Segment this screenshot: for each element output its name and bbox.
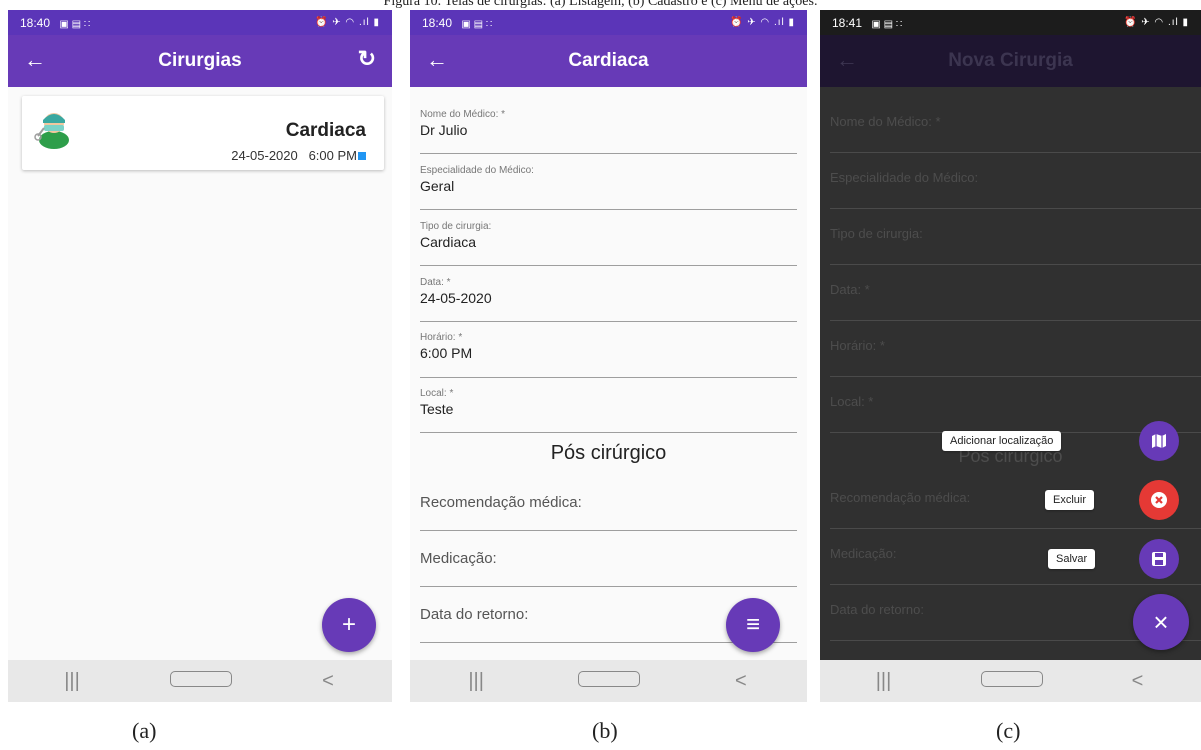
android-nav-bar: ||| < [8, 660, 392, 702]
android-nav-bar: ||| < [820, 660, 1201, 702]
medical-recommendation-field[interactable]: Recomendação médica: [420, 494, 797, 531]
field-value: Geral [420, 178, 455, 194]
app-bar: ← Nova Cirurgia [820, 35, 1201, 87]
map-icon[interactable] [1139, 421, 1179, 461]
medication-field[interactable]: Medicação: [420, 550, 797, 587]
screen-detail: 18:40 ▣ ▤ ∷ ⏰ ✈ ◠ .ıl ▮ ← Cardiaca Nome … [410, 10, 807, 702]
status-square-icon [358, 152, 366, 160]
close-icon[interactable]: × [1133, 594, 1189, 650]
system-icons: ⏰ ✈ ◠ .ıl ▮ [315, 17, 380, 28]
back-arrow-icon[interactable]: ← [836, 47, 858, 73]
save-icon[interactable] [1139, 539, 1179, 579]
field-label: Horário: * [420, 332, 463, 343]
field-label: Data: * [420, 277, 451, 288]
screen-list: 18:40 ▣ ▤ ∷ ⏰ ✈ ◠ .ıl ▮ ← Cirurgias ↻ Ca… [8, 10, 392, 702]
nav-back-icon[interactable]: < [298, 670, 358, 693]
field-value: 6:00 PM [420, 345, 473, 361]
add-location-label[interactable]: Adicionar localização [942, 431, 1062, 451]
surgeon-avatar-icon [34, 113, 69, 149]
field-label: Nome do Médico: * [420, 109, 506, 120]
screen-actions: 18:41 ▣ ▤ ∷ ⏰ ✈ ◠ .ıl ▮ ← Nova Cirurgia … [820, 10, 1201, 702]
field-value: Dr Julio [420, 122, 468, 138]
nav-back-icon[interactable]: < [1108, 670, 1168, 693]
date-field[interactable]: Data: * [830, 282, 1201, 321]
menu-button[interactable]: ≡ [726, 598, 780, 652]
back-arrow-icon[interactable]: ← [426, 47, 448, 73]
recents-icon[interactable]: ||| [446, 670, 506, 693]
android-nav-bar: ||| < [410, 660, 807, 702]
surgery-type-field[interactable]: Tipo de cirurgia: [830, 226, 1201, 265]
back-arrow-icon[interactable]: ← [24, 47, 46, 73]
notification-icons: ▣ ▤ ∷ [461, 18, 493, 30]
field-value: Teste [420, 401, 454, 417]
home-icon[interactable] [170, 670, 232, 693]
surgery-datetime: 24-05-2020 6:00 PM [231, 148, 366, 163]
app-bar: ← Cardiaca [410, 35, 807, 87]
field-value: Cardiaca [420, 234, 477, 250]
date-field[interactable]: Data: * 24-05-2020 [420, 277, 797, 322]
recents-icon[interactable]: ||| [854, 670, 914, 693]
field-value: 24-05-2020 [420, 290, 492, 306]
field-label: Especialidade do Médico: [420, 165, 534, 176]
page-title: Cardiaca [568, 50, 649, 71]
caption-b: (b) [592, 718, 618, 743]
surgery-time: 6:00 PM [308, 148, 357, 163]
doctor-specialty-field[interactable]: Especialidade do Médico: [830, 170, 1201, 209]
caption-a: (a) [132, 718, 157, 743]
time-field[interactable]: Horário: * [830, 338, 1201, 377]
figure-caption: Figura 10. Telas de cirurgias: (a) Lista… [383, 0, 818, 9]
home-icon[interactable] [980, 670, 1043, 693]
doctor-name-field[interactable]: Nome do Médico: * [830, 114, 1201, 153]
surgery-list-item[interactable]: Cardiaca 24-05-2020 6:00 PM [22, 96, 384, 170]
status-time: 18:40 [422, 15, 453, 30]
post-surgery-heading: Pós cirúrgico [550, 442, 667, 464]
refresh-icon[interactable]: ↻ [358, 46, 376, 72]
field-label: Recomendação médica: [420, 494, 582, 511]
surgery-type-field[interactable]: Tipo de cirurgia: Cardiaca [420, 221, 797, 266]
surgery-date: 24-05-2020 [231, 148, 298, 163]
caption-c: (c) [996, 718, 1021, 743]
notification-icons: ▣ ▤ ∷ [59, 18, 91, 30]
page-title: Cirurgias [158, 50, 242, 71]
home-icon[interactable] [578, 670, 641, 693]
nav-back-icon[interactable]: < [711, 670, 771, 693]
status-bar: 18:40 ▣ ▤ ∷ ⏰ ✈ ◠ .ıl ▮ [410, 10, 807, 35]
page-title: Nova Cirurgia [948, 50, 1073, 71]
app-bar: ← Cirurgias ↻ [8, 35, 392, 87]
status-bar: 18:40 ▣ ▤ ∷ ⏰ ✈ ◠ .ıl ▮ [8, 10, 392, 35]
save-label[interactable]: Salvar [1048, 549, 1096, 569]
system-icons: ⏰ ✈ ◠ .ıl ▮ [730, 17, 795, 28]
doctor-name-field[interactable]: Nome do Médico: * Dr Julio [420, 109, 797, 154]
status-time: 18:40 [20, 15, 51, 30]
recents-icon[interactable]: ||| [42, 670, 102, 693]
field-label: Local: * [420, 388, 454, 399]
status-bar: 18:41 ▣ ▤ ∷ ⏰ ✈ ◠ .ıl ▮ [820, 10, 1201, 35]
time-field[interactable]: Horário: * 6:00 PM [420, 332, 797, 378]
notification-icons: ▣ ▤ ∷ [871, 18, 903, 30]
add-surgery-button[interactable]: + [322, 598, 376, 652]
surgery-title: Cardiaca [285, 120, 366, 141]
doctor-specialty-field[interactable]: Especialidade do Médico: Geral [420, 165, 797, 210]
field-label: Medicação: [420, 550, 497, 567]
delete-label[interactable]: Excluir [1045, 490, 1095, 510]
location-field[interactable]: Local: * Teste [420, 388, 797, 433]
field-label: Tipo de cirurgia: [420, 221, 492, 232]
system-icons: ⏰ ✈ ◠ .ıl ▮ [1124, 17, 1189, 28]
status-time: 18:41 [832, 15, 863, 30]
delete-icon[interactable] [1139, 480, 1179, 520]
